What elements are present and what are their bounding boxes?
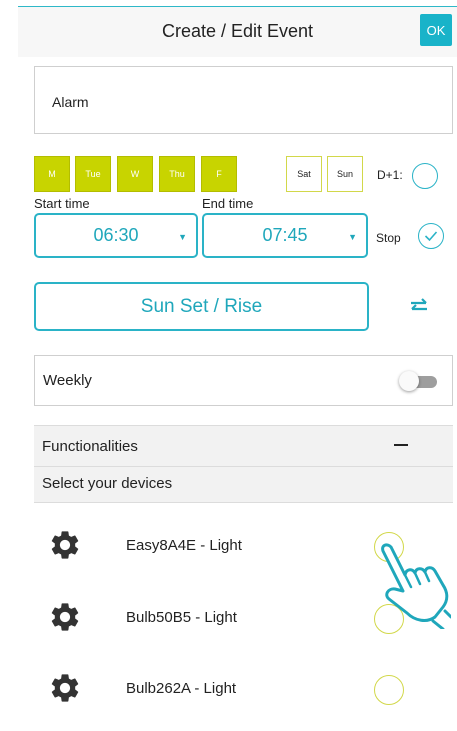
device-name: Bulb50B5 - Light	[126, 609, 237, 626]
collapse-icon[interactable]	[394, 444, 408, 446]
checkmark-icon	[424, 231, 438, 242]
stop-checkbox[interactable]	[418, 223, 444, 249]
functionalities-header[interactable]: Functionalities	[34, 425, 453, 467]
gear-icon	[51, 674, 79, 702]
ok-button[interactable]: OK	[420, 14, 452, 46]
start-time-value: 06:30	[93, 225, 139, 245]
dropdown-caret-icon: ▼	[178, 232, 187, 242]
start-time-select[interactable]: 06:30 ▼	[34, 213, 198, 258]
weekly-label: Weekly	[43, 372, 92, 389]
day-tuesday-button[interactable]: Tue	[75, 156, 111, 192]
device-name: Bulb262A - Light	[126, 680, 237, 697]
select-devices-title: Select your devices	[42, 475, 173, 492]
gear-icon	[51, 603, 79, 631]
end-time-select[interactable]: 07:45 ▼	[202, 213, 368, 258]
event-name-field[interactable]: Alarm	[34, 66, 453, 134]
functionalities-title: Functionalities	[42, 438, 138, 455]
dropdown-caret-icon: ▼	[348, 232, 357, 242]
d-plus-one-checkbox[interactable]	[412, 163, 438, 189]
start-time-label: Start time	[34, 196, 90, 211]
day-saturday-button[interactable]: Sat	[286, 156, 322, 192]
toggle-knob	[399, 371, 419, 391]
app-header: Create / Edit Event OK	[18, 6, 457, 57]
select-devices-header: Select your devices	[34, 467, 453, 503]
device-name: Easy8A4E - Light	[126, 537, 242, 554]
day-sunday-button[interactable]: Sun	[327, 156, 363, 192]
device-select-checkbox[interactable]	[374, 675, 404, 705]
swap-icon[interactable]	[410, 297, 428, 315]
end-time-value: 07:45	[262, 225, 308, 245]
day-monday-button[interactable]: M	[34, 156, 70, 192]
day-friday-button[interactable]: F	[201, 156, 237, 192]
day-thursday-button[interactable]: Thu	[159, 156, 195, 192]
day-wednesday-button[interactable]: W	[117, 156, 153, 192]
tap-hand-icon	[381, 543, 451, 629]
event-name-value: Alarm	[52, 94, 89, 110]
d-plus-one-label: D+1:	[377, 168, 403, 182]
end-time-label: End time	[202, 196, 254, 211]
weekly-row: Weekly	[34, 355, 453, 406]
sun-set-rise-button[interactable]: Sun Set / Rise	[34, 282, 369, 331]
page-title: Create / Edit Event	[161, 21, 314, 41]
stop-label: Stop	[376, 231, 401, 245]
weekly-toggle[interactable]	[399, 371, 437, 391]
device-row[interactable]: Bulb262A - Light	[34, 665, 453, 725]
gear-icon	[51, 531, 79, 559]
